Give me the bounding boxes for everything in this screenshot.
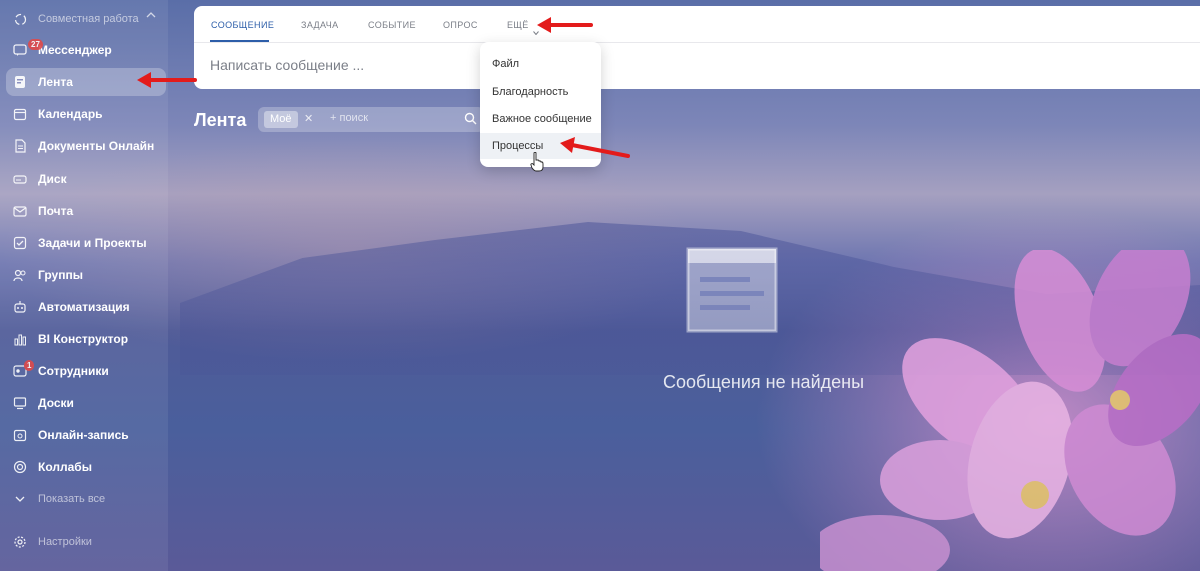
menu-item-label: Файл: [492, 58, 520, 70]
post-composer-panel: СООБЩЕНИЕ ЗАДАЧА СОБЫТИЕ ОПРОС ЕЩЁ Напис…: [194, 6, 1200, 89]
sidebar-item-collabs[interactable]: Коллабы: [6, 453, 166, 481]
sidebar-item-mail[interactable]: Почта: [6, 197, 166, 225]
annotation-arrow-icon: [537, 17, 593, 33]
sidebar-item-label: Диск: [38, 172, 67, 186]
employees-icon: 1: [12, 360, 35, 379]
tab-message[interactable]: СООБЩЕНИЕ: [211, 20, 274, 30]
post-type-tabs: СООБЩЕНИЕ ЗАДАЧА СОБЫТИЕ ОПРОС ЕЩЁ: [194, 6, 1200, 43]
empty-feed-icon: [686, 247, 778, 333]
checkbox-icon: [12, 235, 28, 251]
disk-icon: [12, 171, 28, 187]
menu-item-label: Благодарность: [492, 86, 569, 98]
filter-chip-mine[interactable]: Моё: [264, 111, 298, 128]
show-all-button[interactable]: Показать все: [6, 485, 166, 513]
sidebar-item-automation[interactable]: Автоматизация: [6, 293, 166, 321]
sidebar-item-label: Автоматизация: [38, 300, 130, 314]
search-input[interactable]: + поиск: [330, 112, 368, 124]
sidebar-item-tasks-projects[interactable]: Задачи и Проекты: [6, 229, 166, 257]
gear-icon: [12, 534, 28, 550]
page-title: Лента: [194, 110, 247, 130]
sidebar-item-label: Календарь: [38, 107, 103, 121]
sidebar-item-bi-constructor[interactable]: BI Конструктор: [6, 325, 166, 353]
sidebar-item-label: Лента: [38, 75, 73, 89]
tab-more[interactable]: ЕЩЁ: [507, 20, 529, 30]
sidebar-item-label: Доски: [38, 396, 74, 410]
menu-item-file[interactable]: Файл: [480, 51, 601, 77]
feed-filter-search[interactable]: Моё ✕ + поиск: [258, 107, 484, 132]
sidebar-item-boards[interactable]: Доски: [6, 389, 166, 417]
calendar-icon: [12, 106, 28, 122]
hand-cursor-icon: [530, 152, 544, 172]
menu-item-important-message[interactable]: Важное сообщение: [480, 106, 601, 132]
sidebar-item-label: Группы: [38, 268, 83, 282]
settings-label: Настройки: [38, 536, 92, 548]
sidebar-item-documents-online[interactable]: Документы Онлайн: [6, 132, 166, 160]
close-icon[interactable]: ✕: [304, 112, 313, 125]
sidebar-section-collaboration[interactable]: Совместная работа: [6, 5, 166, 33]
messenger-counter-badge: 27: [28, 39, 43, 50]
document-icon: [12, 138, 28, 154]
sidebar-item-label: Задачи и Проекты: [38, 236, 147, 250]
employees-counter-badge: 1: [24, 360, 35, 371]
menu-item-gratitude[interactable]: Благодарность: [480, 79, 601, 105]
booking-icon: [12, 427, 28, 443]
sidebar-item-online-booking[interactable]: Онлайн-запись: [6, 421, 166, 449]
sidebar-item-label: Почта: [38, 204, 74, 218]
empty-state-message: Сообщения не найдены: [662, 372, 865, 392]
sidebar-item-groups[interactable]: Группы: [6, 261, 166, 289]
mail-icon: [12, 203, 28, 219]
group-icon: [12, 267, 28, 283]
board-icon: [12, 395, 28, 411]
chevron-down-icon: [12, 491, 28, 507]
sidebar-item-label: Коллабы: [38, 460, 92, 474]
menu-item-label: Процессы: [492, 140, 544, 152]
sidebar-item-label: Мессенджер: [38, 43, 112, 57]
show-all-label: Показать все: [38, 493, 106, 505]
tab-task[interactable]: ЗАДАЧА: [301, 20, 339, 30]
sidebar-item-label: Онлайн-запись: [38, 428, 129, 442]
bar-chart-icon: [12, 331, 28, 347]
automation-icon: [12, 299, 28, 315]
sidebar-item-messenger[interactable]: 27 Мессенджер: [6, 36, 166, 64]
tab-event[interactable]: СОБЫТИЕ: [368, 20, 416, 30]
sidebar-item-disk[interactable]: Диск: [6, 165, 166, 193]
compose-message-input[interactable]: Написать сообщение ...: [210, 57, 364, 73]
sidebar-item-label: Документы Онлайн: [38, 139, 155, 153]
settings-button[interactable]: Настройки: [6, 528, 166, 556]
collab-icon: [12, 459, 28, 475]
tab-poll[interactable]: ОПРОС: [443, 20, 478, 30]
annotation-arrow-icon: [560, 137, 630, 158]
active-tab-indicator: [210, 40, 269, 42]
collaboration-icon: [12, 11, 28, 27]
sidebar-item-label: Сотрудники: [38, 364, 109, 378]
annotation-arrow-icon: [137, 72, 197, 88]
feed-icon: [12, 74, 28, 90]
search-placeholder: поиск: [339, 112, 369, 124]
chat-icon: 27: [12, 39, 43, 58]
sidebar-item-calendar[interactable]: Календарь: [6, 100, 166, 128]
sidebar-item-label: BI Конструктор: [38, 332, 129, 346]
background-flowers: [820, 250, 1200, 571]
sidebar-item-employees[interactable]: 1 Сотрудники: [6, 357, 166, 385]
sidebar-section-label: Совместная работа: [38, 13, 139, 25]
chevron-up-icon[interactable]: [146, 10, 156, 22]
search-icon[interactable]: [464, 112, 477, 130]
menu-item-label: Важное сообщение: [492, 113, 592, 125]
